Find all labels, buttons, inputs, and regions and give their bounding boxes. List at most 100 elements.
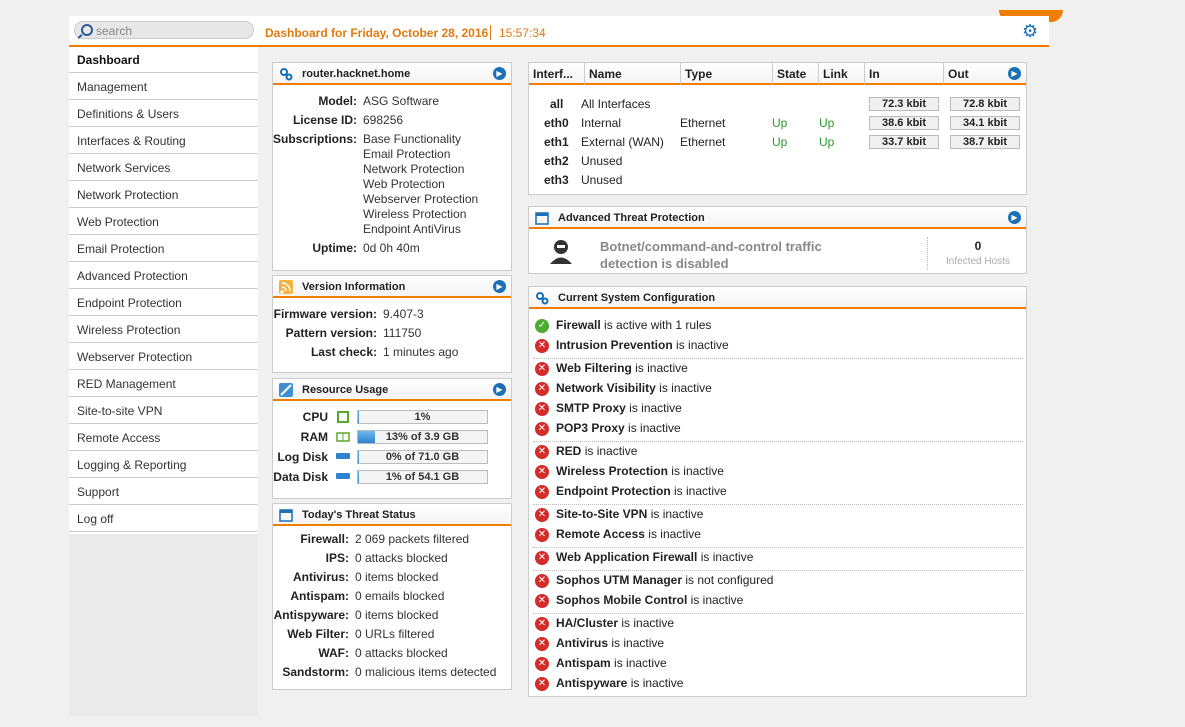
model-label: Model: <box>318 94 357 108</box>
sidebar-item-interfaces-routing[interactable]: Interfaces & Routing <box>69 128 258 154</box>
sidebar-item-advanced-protection[interactable]: Advanced Protection <box>69 263 258 289</box>
col-header-interface[interactable]: Interf... <box>529 63 585 85</box>
firmware-label: Firmware version: <box>273 307 377 321</box>
error-icon: ✕ <box>535 574 549 588</box>
subscription-item: Network Protection <box>363 162 465 176</box>
device-hostname: router.hacknet.home <box>302 68 411 80</box>
iface-name: Unused <box>581 173 623 187</box>
subscription-item: Webserver Protection <box>363 192 479 206</box>
sidebar-item-site-to-site-vpn[interactable]: Site-to-site VPN <box>69 398 258 424</box>
ram-usage-text: 13% of 3.9 GB <box>385 431 460 443</box>
group-divider <box>533 570 1023 571</box>
sidebar-item-dashboard[interactable]: Dashboard <box>69 47 258 73</box>
error-icon: ✕ <box>535 445 549 459</box>
last-check-label: Last check: <box>310 345 377 359</box>
config-feature: Intrusion Prevention <box>556 338 673 352</box>
config-feature: HA/Cluster <box>556 616 619 630</box>
arrow-right-icon[interactable]: ▶ <box>1008 67 1021 80</box>
config-feature: RED <box>556 444 582 458</box>
threat-status-header: Today's Threat Status <box>273 504 511 526</box>
arrow-right-icon[interactable]: ▶ <box>493 280 506 293</box>
sidebar-item-email-protection[interactable]: Email Protection <box>69 236 258 262</box>
sidebar-item-management[interactable]: Management <box>69 74 258 100</box>
config-feature: Network Visibility <box>556 381 656 395</box>
last-check-value: 1 minutes ago <box>383 345 459 359</box>
log-disk-label: Log Disk <box>277 450 328 464</box>
atp-message-line2: detection is disabled <box>600 256 729 271</box>
iface-id: eth2 <box>544 154 569 168</box>
threat-label: Antivirus: <box>292 570 349 584</box>
error-icon: ✕ <box>535 551 549 565</box>
error-icon: ✕ <box>535 362 549 376</box>
arrow-right-icon[interactable]: ▶ <box>1008 211 1021 224</box>
sidebar-item-support[interactable]: Support <box>69 479 258 505</box>
error-icon: ✕ <box>535 528 549 542</box>
search-placeholder: search <box>96 24 133 38</box>
sidebar-item-red-management[interactable]: RED Management <box>69 371 258 397</box>
config-feature: Firewall <box>556 318 601 332</box>
cpu-usage-text: 1% <box>414 411 431 423</box>
iface-out: 34.1 kbit <box>950 116 1020 130</box>
threat-label: Antispam: <box>290 589 349 603</box>
iface-in: 38.6 kbit <box>869 116 939 130</box>
search-input[interactable]: search <box>74 21 254 39</box>
gears-icon <box>280 68 293 81</box>
group-divider <box>533 441 1023 442</box>
col-header-in[interactable]: In <box>865 63 944 85</box>
resource-panel: Resource Usage ▶ CPU 1% RAM 13% of 3.9 G… <box>272 378 512 499</box>
sidebar: Dashboard Management Definitions & Users… <box>69 47 258 716</box>
config-status: is inactive <box>648 527 701 541</box>
version-panel: Version Information ▶ Firmware version: … <box>272 275 512 373</box>
subscription-item: Email Protection <box>363 147 451 161</box>
col-header-state[interactable]: State <box>773 63 819 85</box>
iface-link: Up <box>819 135 835 149</box>
iface-name: All Interfaces <box>581 97 651 111</box>
sidebar-item-logging-reporting[interactable]: Logging & Reporting <box>69 452 258 478</box>
sidebar-item-definitions-users[interactable]: Definitions & Users <box>69 101 258 127</box>
sidebar-item-web-protection[interactable]: Web Protection <box>69 209 258 235</box>
arrow-right-icon[interactable]: ▶ <box>493 383 506 396</box>
error-icon: ✕ <box>535 637 549 651</box>
error-icon: ✕ <box>535 508 549 522</box>
sidebar-item-log-off[interactable]: Log off <box>69 506 258 532</box>
config-status: is inactive <box>614 656 667 670</box>
data-disk-label: Data Disk <box>273 470 328 484</box>
cpu-bar: 1% <box>357 410 488 424</box>
error-icon: ✕ <box>535 465 549 479</box>
col-header-type[interactable]: Type <box>681 63 773 85</box>
col-header-link[interactable]: Link <box>819 63 865 85</box>
config-feature: Sophos Mobile Control <box>556 593 688 607</box>
clock-time: 15:57:34 <box>499 26 546 40</box>
data-disk-usage-text: 1% of 54.1 GB <box>385 471 460 483</box>
sidebar-item-wireless-protection[interactable]: Wireless Protection <box>69 317 258 343</box>
config-status: is inactive <box>650 507 704 521</box>
group-divider <box>533 547 1023 548</box>
iface-out: 38.7 kbit <box>950 135 1020 149</box>
infected-hosts-label: Infected Hosts <box>946 256 1010 267</box>
config-feature: Antispyware <box>556 676 628 690</box>
sidebar-item-network-protection[interactable]: Network Protection <box>69 182 258 208</box>
config-feature: Web Filtering <box>556 361 632 375</box>
error-icon: ✕ <box>535 617 549 631</box>
sidebar-item-remote-access[interactable]: Remote Access <box>69 425 258 451</box>
gear-icon[interactable]: ⚙ <box>1022 22 1040 40</box>
iface-type: Ethernet <box>680 135 726 149</box>
iface-in: 72.3 kbit <box>869 97 939 111</box>
threat-value: 0 emails blocked <box>355 589 445 603</box>
sidebar-item-webserver-protection[interactable]: Webserver Protection <box>69 344 258 370</box>
iface-state: Up <box>772 135 788 149</box>
col-header-name[interactable]: Name <box>585 63 681 85</box>
threat-label: Sandstorm: <box>282 665 349 679</box>
config-status: is inactive <box>676 338 729 352</box>
threat-value: 0 items blocked <box>355 608 439 622</box>
config-feature: Antispam <box>556 656 611 670</box>
arrow-right-icon[interactable]: ▶ <box>493 67 506 80</box>
threat-value: 0 malicious items detected <box>355 665 497 679</box>
iface-name: External (WAN) <box>581 135 664 149</box>
system-config-header: Current System Configuration <box>529 287 1026 309</box>
config-feature: Site-to-Site VPN <box>556 507 648 521</box>
config-feature: Remote Access <box>556 527 645 541</box>
sidebar-item-network-services[interactable]: Network Services <box>69 155 258 181</box>
firmware-value: 9.407-3 <box>383 307 424 321</box>
sidebar-item-endpoint-protection[interactable]: Endpoint Protection <box>69 290 258 316</box>
